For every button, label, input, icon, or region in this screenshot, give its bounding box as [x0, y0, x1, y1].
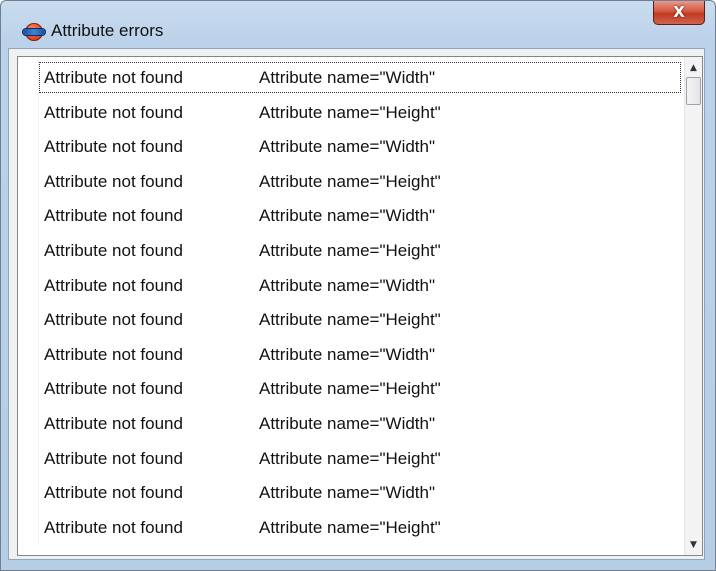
list-item[interactable]: Attribute not found Attribute name="Heigh…: [18, 302, 684, 338]
list-item[interactable]: Attribute not found Attribute name="Heigh…: [18, 94, 684, 130]
list-item[interactable]: Attribute not found Attribute name="Heigh…: [18, 163, 684, 199]
errors-list[interactable]: Attribute not found Attribute name="Width…: [17, 56, 703, 556]
error-detail-cell: Attribute name="Height": [259, 171, 441, 191]
error-type-cell: Attribute not found: [44, 137, 183, 157]
row-gutter: [18, 371, 39, 407]
list-item[interactable]: Attribute not found Attribute name="Heigh…: [18, 509, 684, 545]
close-button[interactable]: X: [653, 1, 705, 25]
error-type-cell: Attribute not found: [44, 344, 183, 364]
error-detail-cell: Attribute name="Width": [259, 344, 436, 364]
error-detail-cell: Attribute name="Width": [259, 206, 436, 226]
list-item[interactable]: Attribute not found Attribute name="Width…: [18, 406, 684, 441]
error-detail-cell: Attribute name="Height": [259, 379, 441, 399]
error-detail-cell: Attribute name="Height": [259, 102, 441, 122]
list-item[interactable]: Attribute not found Attribute name="Width…: [18, 198, 684, 234]
row-gutter: [18, 267, 39, 303]
error-type-cell: Attribute not found: [44, 241, 183, 260]
error-type-cell: Attribute not found: [44, 379, 183, 399]
row-gutter: [18, 336, 39, 372]
error-type-cell: Attribute not found: [44, 102, 183, 122]
list-item[interactable]: Attribute not found Attribute name="Width…: [18, 267, 684, 303]
row-gutter: [18, 509, 39, 545]
list-item[interactable]: Attribute not found Attribute name="Heigh…: [18, 371, 684, 407]
error-detail-cell: Attribute name="Width": [259, 137, 436, 157]
row-gutter: [18, 163, 39, 199]
row-gutter: [18, 233, 39, 268]
errors-list-rows: Attribute not found Attribute name="Width…: [18, 57, 684, 555]
row-gutter: [18, 198, 39, 234]
scroll-up-arrow-icon[interactable]: ▲: [685, 59, 702, 76]
row-gutter: [18, 475, 39, 511]
close-icon: X: [673, 3, 685, 21]
error-type-cell: Attribute not found: [44, 483, 183, 503]
error-detail-cell: Attribute name="Width": [259, 68, 436, 87]
row-gutter: [18, 406, 39, 441]
error-detail-cell: Attribute name="Height": [259, 517, 441, 537]
error-detail-cell: Attribute name="Width": [259, 483, 436, 503]
error-detail-cell: Attribute name="Height": [259, 241, 441, 260]
error-detail-cell: Attribute name="Height": [259, 448, 441, 468]
list-item[interactable]: Attribute not found Attribute name="Width…: [18, 129, 684, 165]
error-type-cell: Attribute not found: [44, 68, 183, 87]
error-type-cell: Attribute not found: [44, 206, 183, 226]
error-type-cell: Attribute not found: [44, 414, 183, 433]
scrollbar-thumb[interactable]: [686, 77, 701, 105]
list-item[interactable]: Attribute not found Attribute name="Width…: [18, 60, 684, 95]
error-type-cell: Attribute not found: [44, 171, 183, 191]
list-item[interactable]: Attribute not found Attribute name="Heigh…: [18, 233, 684, 268]
row-gutter: [18, 440, 39, 476]
error-type-cell: Attribute not found: [44, 448, 183, 468]
list-item[interactable]: Attribute not found Attribute name="Width…: [18, 336, 684, 372]
error-type-cell: Attribute not found: [44, 310, 183, 330]
window-title: Attribute errors: [51, 21, 164, 40]
error-detail-cell: Attribute name="Width": [259, 275, 436, 295]
app-sphere-icon: [23, 23, 45, 41]
list-item[interactable]: Attribute not found Attribute name="Width…: [18, 475, 684, 511]
row-gutter: [18, 129, 39, 165]
error-type-cell: Attribute not found: [44, 517, 183, 537]
error-type-cell: Attribute not found: [44, 275, 183, 295]
title-bar[interactable]: Attribute errors X: [1, 1, 715, 41]
vertical-scrollbar[interactable]: ▲ ▼: [684, 57, 702, 555]
row-gutter: [18, 94, 39, 130]
scroll-down-arrow-icon[interactable]: ▼: [685, 536, 702, 553]
error-detail-cell: Attribute name="Height": [259, 310, 441, 330]
list-item[interactable]: Attribute not found Attribute name="Heigh…: [18, 440, 684, 476]
row-gutter: [18, 302, 39, 338]
error-detail-cell: Attribute name="Width": [259, 414, 436, 433]
row-gutter: [18, 60, 39, 95]
